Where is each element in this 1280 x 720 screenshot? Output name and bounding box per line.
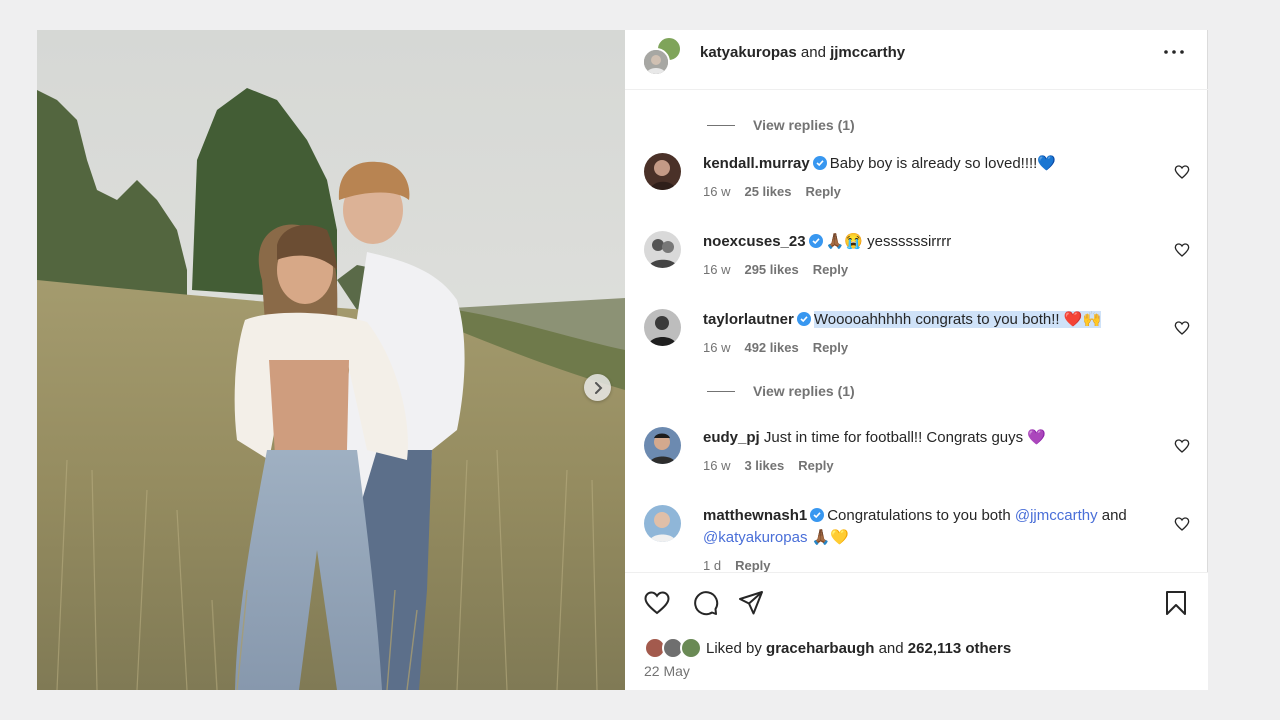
heart-icon[interactable] [1174, 242, 1190, 258]
bookmark-icon[interactable] [1162, 589, 1190, 617]
comment-body: taylorlautner Wooooahhhhh congrats to you… [703, 309, 1153, 331]
avatar [680, 637, 702, 659]
post-date: 22 May [644, 663, 690, 679]
comment-username[interactable]: noexcuses_23 [703, 233, 806, 250]
divider [707, 124, 735, 126]
comment-time: 16 w [703, 340, 731, 355]
reply-button[interactable]: Reply [813, 262, 848, 278]
liked-by-row: Liked by graceharbaugh and 262,113 other… [644, 636, 1011, 660]
comment-icon[interactable] [691, 589, 719, 617]
post-header: katyakuropas and jjmccarthy [625, 30, 1208, 90]
connector-text: and [800, 44, 826, 61]
comment-username[interactable]: kendall.murray [703, 155, 810, 172]
comment-username[interactable]: matthewnash1 [703, 507, 807, 524]
verified-badge-icon [796, 312, 811, 326]
liked-by-username[interactable]: graceharbaugh [766, 640, 874, 657]
heart-icon[interactable] [1174, 438, 1190, 454]
comment-text: 🙏🏾💛 [811, 529, 849, 546]
author-username[interactable]: jjmccarthy [830, 44, 905, 61]
post-actions: Liked by graceharbaugh and 262,113 other… [625, 572, 1208, 690]
view-replies-label: View replies (1) [753, 117, 855, 133]
verified-badge-icon [808, 234, 823, 248]
avatar [642, 48, 670, 76]
likes-count[interactable]: 262,113 others [908, 640, 1011, 657]
post-panel: katyakuropas and jjmccarthy View replies… [625, 30, 1208, 690]
post-authors: katyakuropas and jjmccarthy [700, 44, 905, 62]
avatar[interactable] [644, 505, 681, 542]
collab-avatars[interactable] [642, 36, 684, 78]
comment-meta: 16 w 295 likes Reply [703, 262, 848, 278]
comment-likes[interactable]: 295 likes [744, 262, 798, 278]
comment-text: Just in time for football!! Congrats guy… [763, 429, 1046, 446]
view-replies-label: View replies (1) [753, 383, 855, 399]
liked-by-prefix: Liked by [706, 639, 762, 657]
reply-button[interactable]: Reply [805, 184, 840, 200]
verified-badge-icon [810, 508, 825, 522]
comments-list[interactable]: View replies (1) kendall.murray Baby boy … [625, 91, 1208, 572]
reply-button[interactable]: Reply [798, 458, 833, 474]
post-image [37, 30, 625, 690]
comment-text: 🙏🏾😭 yessssssirrrr [825, 233, 952, 250]
comment-text: Baby boy is already so loved!!!!💙 [829, 155, 1057, 172]
avatar[interactable] [644, 309, 681, 346]
comment-text: and [1101, 507, 1127, 524]
author-username[interactable]: katyakuropas [700, 44, 797, 61]
comment-meta: 16 w 492 likes Reply [703, 340, 848, 356]
liked-by-text: Liked by graceharbaugh and 262,113 other… [706, 640, 1011, 657]
heart-icon[interactable] [1174, 320, 1190, 336]
comment-likes[interactable]: 3 likes [744, 458, 784, 474]
avatar[interactable] [644, 427, 681, 464]
liked-avatars[interactable] [644, 636, 706, 660]
mention-link[interactable]: @jjmccarthy [1015, 507, 1098, 524]
send-icon[interactable] [737, 589, 765, 617]
verified-badge-icon [812, 156, 827, 170]
comment-body: noexcuses_23 🙏🏾😭 yessssssirrrr [703, 231, 1153, 253]
view-replies-button[interactable]: View replies (1) [707, 117, 855, 133]
comment-text: Wooooahhhhh congrats to you both!! ❤️🙌 [813, 311, 1102, 328]
comment-meta: 16 w 3 likes Reply [703, 458, 834, 474]
view-replies-button[interactable]: View replies (1) [707, 383, 855, 399]
divider [707, 390, 735, 392]
reply-button[interactable]: Reply [735, 558, 770, 572]
reply-button[interactable]: Reply [813, 340, 848, 356]
comment-likes[interactable]: 492 likes [744, 340, 798, 356]
comment-likes[interactable]: 25 likes [744, 184, 791, 200]
comment-meta: 1 d Reply [703, 558, 770, 572]
mention-link[interactable]: @katyakuropas [703, 529, 807, 546]
more-horizontal-icon [1164, 50, 1184, 54]
avatar[interactable] [644, 153, 681, 190]
next-image-button[interactable] [584, 374, 611, 401]
heart-icon[interactable] [643, 589, 671, 617]
post-photo[interactable] [37, 30, 625, 690]
more-options-button[interactable] [1163, 42, 1185, 62]
heart-icon[interactable] [1174, 516, 1190, 532]
connector-text: and [878, 639, 904, 657]
comment-time: 1 d [703, 558, 722, 572]
comment-time: 16 w [703, 262, 731, 277]
chevron-right-icon [594, 381, 602, 394]
comment-time: 16 w [703, 458, 731, 473]
comment-text: Congratulations to you both [827, 507, 1011, 524]
comment-body: eudy_pj Just in time for football!! Cong… [703, 427, 1153, 449]
comment-body: kendall.murray Baby boy is already so lov… [703, 153, 1153, 175]
avatar[interactable] [644, 231, 681, 268]
comment-meta: 16 w 25 likes Reply [703, 184, 841, 200]
heart-icon[interactable] [1174, 164, 1190, 180]
comment-body: matthewnash1 Congratulations to you both … [703, 505, 1153, 549]
comment-username[interactable]: taylorlautner [703, 311, 794, 328]
comment-username[interactable]: eudy_pj [703, 429, 760, 446]
comment-time: 16 w [703, 184, 731, 199]
